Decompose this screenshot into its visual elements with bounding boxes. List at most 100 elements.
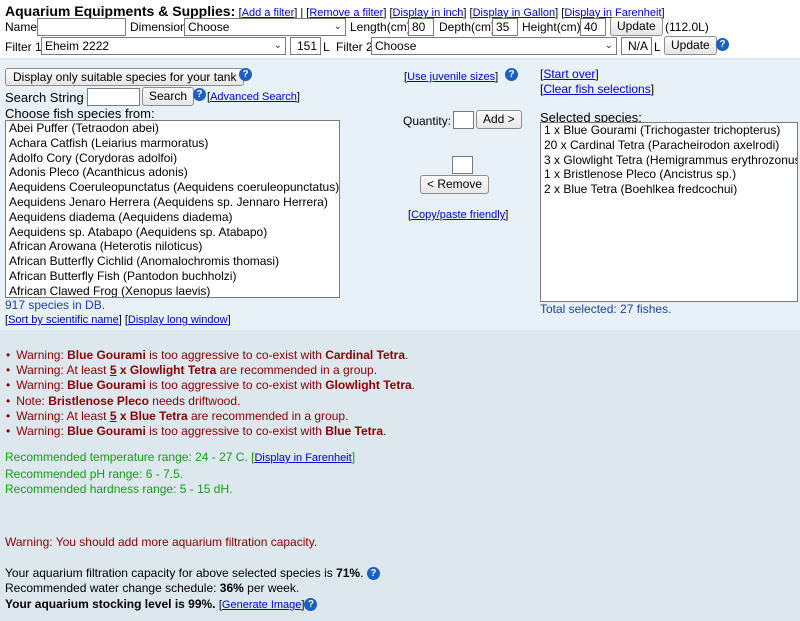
- warning-bold: x: [116, 408, 130, 423]
- remove-quantity-input[interactable]: [452, 156, 473, 174]
- filter-update-button[interactable]: Update: [664, 36, 717, 55]
- selected-item[interactable]: 2 x Blue Tetra (Boehlkea fredcochui): [541, 182, 797, 197]
- dimension-select-value: Choose: [188, 20, 230, 34]
- display-farenheit-rec-link[interactable]: Display in Farenheit: [254, 452, 351, 464]
- warning-item: Warning: Blue Gourami is too aggressive …: [6, 424, 415, 439]
- help-icon[interactable]: ?: [304, 598, 318, 612]
- juvenile-sizes-link[interactable]: Use juvenile sizes: [407, 71, 495, 83]
- recommendations: Recommended temperature range: 24 - 27 C…: [5, 450, 355, 498]
- list-item[interactable]: Achara Catfish (Leiarius marmoratus): [6, 136, 339, 151]
- filter2-label: Filter 2: [336, 40, 373, 54]
- help-icon[interactable]: ?: [505, 68, 518, 81]
- list-options-links: [Sort by scientific name] [Display long …: [5, 314, 231, 326]
- warning-list: Warning: Blue Gourami is too aggressive …: [6, 348, 415, 439]
- warning-bold: Blue Tetra: [325, 424, 384, 439]
- chevron-down-icon: ⌄: [604, 40, 613, 51]
- warning-bold: 5: [109, 408, 117, 423]
- species-count: 917 species in DB.: [5, 298, 106, 312]
- chevron-down-icon: ⌄: [333, 21, 342, 32]
- tank-volume: (112.0L): [665, 20, 709, 34]
- depth-input[interactable]: [492, 18, 518, 36]
- list-item[interactable]: Abei Puffer (Tetraodon abei): [6, 121, 339, 136]
- height-input[interactable]: [580, 18, 606, 36]
- clear-selections-wrapper: [Clear fish selections]: [540, 82, 655, 96]
- quantity-input[interactable]: [453, 111, 474, 129]
- remove-species-button[interactable]: < Remove: [420, 175, 489, 194]
- list-item[interactable]: Aequidens Jenaro Herrera (Aequidens sp. …: [6, 195, 339, 210]
- length-input[interactable]: [408, 18, 434, 36]
- depth-label: Depth(cm): [439, 20, 496, 34]
- warning-bold: Blue Gourami: [67, 424, 146, 439]
- warning-item: Warning: Blue Gourami is too aggressive …: [6, 348, 415, 363]
- selected-item[interactable]: 1 x Blue Gourami (Trichogaster trichopte…: [541, 123, 797, 138]
- list-item[interactable]: African Butterfly Fish (Pantodon buchhol…: [6, 269, 339, 284]
- start-over-link[interactable]: Start over: [543, 67, 595, 81]
- search-input[interactable]: [87, 88, 140, 106]
- selected-item[interactable]: 1 x Bristlenose Pleco (Ancistrus sp.): [541, 167, 797, 182]
- list-item[interactable]: Adonis Pleco (Acanthicus adonis): [6, 165, 339, 180]
- filter1-label: Filter 1: [5, 40, 42, 54]
- start-over-wrapper: [Start over]: [540, 67, 599, 81]
- warning-text: .: [383, 424, 387, 439]
- advanced-search-link[interactable]: Advanced Search: [210, 91, 297, 103]
- water-change-text: Recommended water change schedule:: [5, 581, 220, 595]
- search-button[interactable]: Search: [142, 87, 195, 106]
- filter2-select[interactable]: Choose ⌄: [371, 37, 617, 55]
- warning-item: Note: Bristlenose Pleco needs driftwood.: [6, 394, 415, 409]
- advanced-search-wrapper: [Advanced Search]: [207, 91, 300, 103]
- list-item[interactable]: African Clawed Frog (Xenopus laevis): [6, 284, 339, 297]
- selected-item[interactable]: 3 x Glowlight Tetra (Hemigrammus erythro…: [541, 153, 797, 168]
- tank-name-input[interactable]: [37, 18, 126, 36]
- dimension-update-button[interactable]: Update: [610, 17, 663, 36]
- list-item[interactable]: Aequidens sp. Atabapo (Aequidens sp. Ata…: [6, 225, 339, 240]
- warning-bold: Cardinal Tetra: [325, 348, 406, 362]
- filter1-select[interactable]: Eheim 2222 ⌄: [41, 37, 286, 55]
- copy-paste-link[interactable]: Copy/paste friendly: [411, 209, 505, 221]
- warning-bold: Bristlenose Pleco: [48, 393, 149, 408]
- selected-item[interactable]: 20 x Cardinal Tetra (Paracheirodon axelr…: [541, 138, 797, 153]
- suitable-species-button[interactable]: Display only suitable species for your t…: [5, 68, 245, 86]
- filtration-capacity-value: 71%: [336, 566, 361, 580]
- warning-item: Warning: Blue Gourami is too aggressive …: [6, 378, 415, 393]
- clear-selections-link[interactable]: Clear fish selections: [543, 82, 650, 96]
- warning-bold: Blue Gourami: [67, 378, 146, 393]
- filtration-capacity-end: .: [360, 566, 364, 580]
- filter2-flow-input[interactable]: [621, 37, 652, 55]
- warning-bold: Glowlight Tetra: [325, 378, 412, 393]
- dimension-select[interactable]: Choose ⌄: [184, 18, 346, 36]
- warning-text: Warning:: [16, 348, 68, 362]
- list-item[interactable]: African Arowana (Heterotis niloticus): [6, 239, 339, 254]
- ph-range: Recommended pH range: 6 - 7.5.: [5, 466, 184, 481]
- warning-text: .: [405, 348, 409, 362]
- choose-species-label: Choose fish species from:: [5, 106, 155, 121]
- warning-text: .: [411, 378, 416, 393]
- filter1-unit: L: [323, 40, 330, 54]
- display-long-window-link[interactable]: Display long window: [128, 314, 228, 326]
- temperature-row: Recommended temperature range: 24 - 27 C…: [5, 450, 356, 464]
- filter1-flow-input[interactable]: [290, 37, 321, 55]
- list-item[interactable]: Adolfo Cory (Corydoras adolfoi): [6, 151, 339, 166]
- list-item[interactable]: African Butterfly Cichlid (Anomalochromi…: [6, 254, 339, 269]
- warning-item: Warning: At least 5 x Blue Tetra are rec…: [6, 409, 415, 424]
- filter1-select-value: Eheim 2222: [45, 39, 110, 53]
- help-icon[interactable]: ?: [193, 88, 206, 101]
- hardness-range: Recommended hardness range: 5 - 15 dH.: [5, 482, 233, 496]
- warning-text: is too aggressive to co-exist with: [145, 378, 326, 393]
- water-change-row: Recommended water change schedule: 36% p…: [5, 581, 299, 595]
- filtration-capacity-text: Your aquarium filtration capacity for ab…: [5, 566, 337, 580]
- sort-scientific-link[interactable]: Sort by scientific name: [8, 314, 119, 326]
- help-icon[interactable]: ?: [366, 567, 380, 581]
- selected-species-listbox[interactable]: 1 x Blue Gourami (Trichogaster trichopte…: [540, 122, 798, 302]
- warning-bold: Glowlight Tetra: [129, 363, 217, 378]
- generate-image-link[interactable]: Generate Image: [222, 599, 302, 611]
- warning-text: is too aggressive to co-exist with: [145, 424, 326, 439]
- add-species-button[interactable]: Add >: [476, 110, 522, 129]
- list-item[interactable]: Aequidens diadema (Aequidens diadema): [6, 210, 339, 225]
- total-selected: Total selected: 27 fishes.: [540, 302, 672, 316]
- warning-item: Warning: At least 5 x Glowlight Tetra ar…: [6, 363, 415, 378]
- help-icon[interactable]: ?: [239, 68, 252, 81]
- list-item[interactable]: Aequidens Coeruleopunctatus (Aequidens c…: [6, 180, 339, 195]
- header-title-row: Aquarium Equipments & Supplies: [Add a f…: [5, 3, 665, 19]
- help-icon[interactable]: ?: [716, 38, 729, 51]
- species-listbox[interactable]: Abei Puffer (Tetraodon abei) Achara Catf…: [5, 120, 340, 298]
